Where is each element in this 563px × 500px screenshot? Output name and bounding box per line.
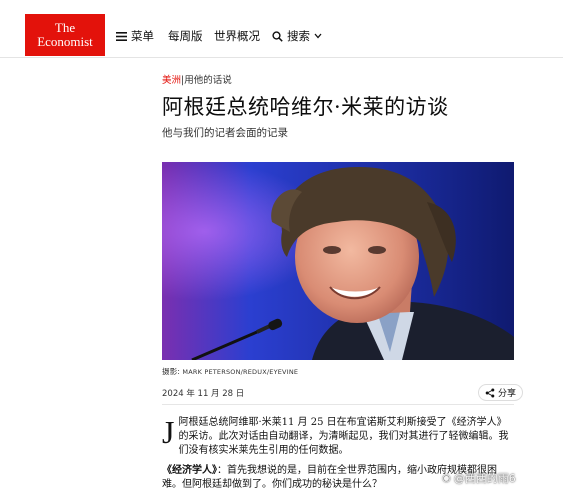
share-icon — [485, 388, 495, 397]
watermark-text: @西西的雨6 — [453, 472, 516, 485]
intro-text: 阿根廷总统阿维耶·米莱11 月 25 日在布宜诺斯艾利斯接受了《经济学人》的采访… — [178, 417, 509, 456]
article-kicker: 美洲|用他的话说 — [162, 72, 232, 86]
hamburger-icon — [116, 31, 127, 41]
logo-line-1: The — [54, 20, 76, 35]
menu-label: 菜单 — [131, 29, 154, 43]
weekly-edition-label: 每周版 — [168, 29, 203, 43]
topic-label: 用他的话说 — [184, 75, 232, 86]
logo-line-2: Economist — [37, 34, 93, 49]
divider — [162, 404, 514, 405]
weekly-edition-link[interactable]: 每周版 — [168, 27, 203, 45]
intro-paragraph: J 阿根廷总统阿维耶·米莱11 月 25 日在布宜诺斯艾利斯接受了《经济学人》的采… — [162, 416, 514, 458]
image-credit-label: 摄影: — [162, 367, 181, 376]
world-brief-link[interactable]: 世界概况 — [214, 27, 260, 45]
share-button[interactable]: 分享 — [478, 384, 524, 401]
image-credit: 摄影: MARK PETERSON/REDUX/EYEVINE — [162, 366, 298, 377]
article-headline: 阿根廷总统哈维尔·米莱的访谈 — [162, 95, 449, 119]
search-button[interactable]: 搜索 — [272, 27, 322, 45]
economist-logo[interactable]: The Economist — [25, 14, 105, 56]
hero-photo — [162, 162, 514, 360]
speaker-label: 《经济学人》 — [162, 465, 217, 476]
weibo-icon: ◉ — [442, 472, 451, 484]
world-brief-label: 世界概况 — [214, 29, 260, 43]
site-header: The Economist 菜单 每周版 世界概况 搜索 — [0, 0, 563, 58]
image-credit-text: MARK PETERSON/REDUX/EYEVINE — [182, 368, 299, 376]
menu-button[interactable]: 菜单 — [116, 27, 154, 45]
search-label: 搜索 — [287, 29, 310, 43]
section-link[interactable]: 美洲 — [162, 75, 181, 86]
chevron-down-icon — [314, 33, 322, 39]
search-icon — [272, 30, 283, 42]
weibo-watermark: ◉ @西西的雨6 — [442, 470, 516, 486]
share-label: 分享 — [498, 389, 517, 399]
drop-cap: J — [162, 414, 175, 450]
article-subheadline: 他与我们的记者会面的记录 — [162, 127, 288, 139]
publish-date: 2024 年 11 月 28 日 — [162, 389, 245, 399]
